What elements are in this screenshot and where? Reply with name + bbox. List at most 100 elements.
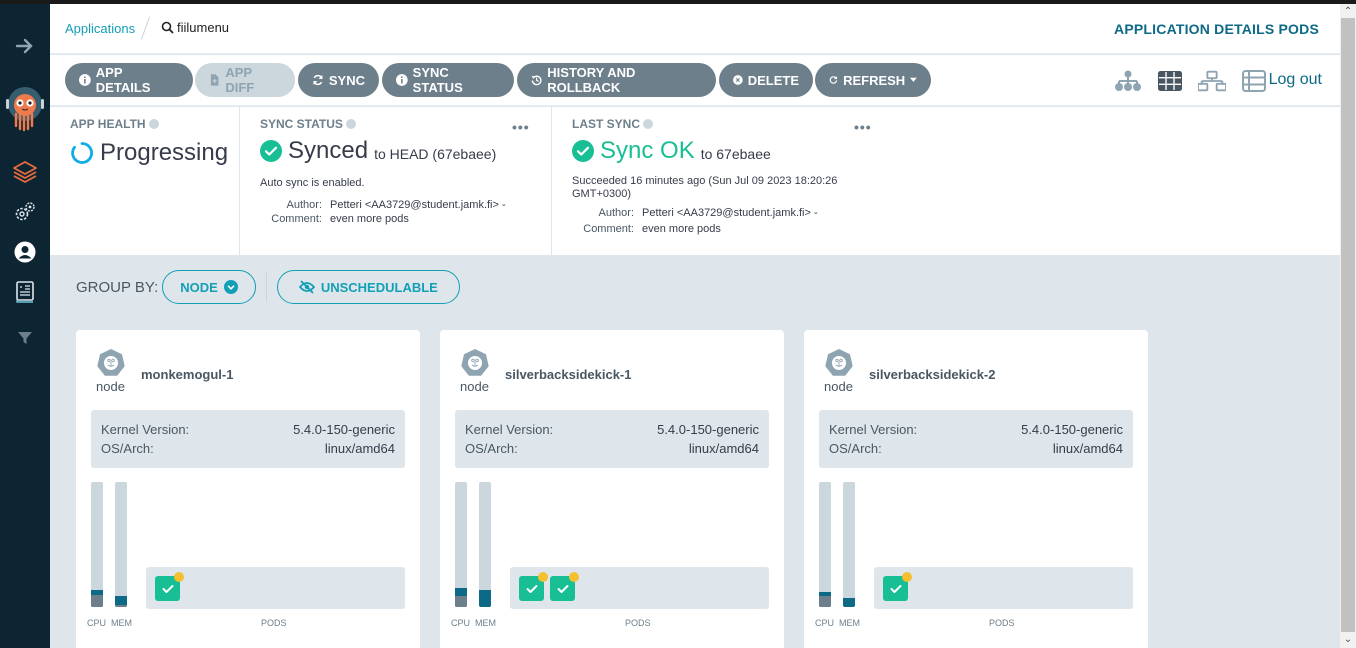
network-view-button[interactable] bbox=[1198, 69, 1226, 93]
pod-progressing-indicator bbox=[569, 572, 579, 582]
cpu-label: CPU bbox=[451, 618, 471, 628]
pods-view-button[interactable] bbox=[1156, 69, 1184, 93]
gears-icon bbox=[15, 202, 35, 221]
app-health-heading: APP HEALTH bbox=[70, 117, 240, 131]
group-by-value: NODE bbox=[180, 279, 218, 295]
author-key: Author: bbox=[598, 207, 634, 219]
pod-item[interactable] bbox=[519, 572, 548, 601]
app-details-label: APP DETAILS bbox=[95, 65, 151, 95]
check-circle-icon bbox=[260, 140, 282, 162]
scroll-down-arrow[interactable]: ⌄ bbox=[1343, 635, 1353, 645]
app-health-status-text: Progressing bbox=[100, 139, 229, 166]
sidebar-item-user-info[interactable] bbox=[0, 236, 50, 268]
last-sync-heading: LAST SYNC bbox=[572, 117, 871, 131]
breadcrumb-current-app[interactable]: fiilumenu bbox=[161, 20, 229, 35]
mem-usage-bar[interactable] bbox=[843, 482, 855, 607]
sync-comment-row: Comment: even more pods bbox=[260, 213, 552, 225]
help-icon[interactable] bbox=[148, 119, 159, 129]
sidebar-expand-button[interactable] bbox=[0, 30, 50, 62]
sidebar-item-docs[interactable] bbox=[0, 276, 50, 308]
sidebar-item-applications[interactable] bbox=[0, 156, 50, 188]
mem-usage-bar[interactable] bbox=[115, 482, 127, 607]
cpu-usage-bar[interactable] bbox=[455, 482, 467, 607]
history-rollback-label: HISTORY AND ROLLBACK bbox=[547, 65, 636, 95]
node-name[interactable]: silverbacksidekick-2 bbox=[869, 367, 995, 382]
mem-label: MEM bbox=[839, 618, 860, 628]
list-view-button[interactable] bbox=[1240, 69, 1268, 93]
book-help-icon bbox=[16, 281, 34, 303]
app-details-button[interactable]: APP DETAILS bbox=[65, 63, 193, 97]
delete-button[interactable]: DELETE bbox=[719, 63, 813, 97]
pod-progressing-indicator bbox=[902, 572, 912, 582]
last-sync-author-row: Author: Petteri <AA3729@student.jamk.fi>… bbox=[572, 207, 871, 219]
mem-label: MEM bbox=[111, 618, 132, 628]
page-title: APPLICATION DETAILS PODS bbox=[1114, 21, 1319, 37]
layers-icon bbox=[13, 161, 37, 183]
history-rollback-button[interactable]: HISTORY AND ROLLBACK bbox=[517, 63, 716, 97]
sidebar-filter-button[interactable] bbox=[0, 322, 50, 354]
cpu-usage-bar[interactable] bbox=[91, 482, 103, 607]
last-sync-more-button[interactable]: ••• bbox=[854, 119, 872, 135]
scroll-up-arrow[interactable]: ⌃ bbox=[1343, 7, 1353, 17]
check-circle-icon bbox=[572, 140, 594, 162]
pods-label: PODS bbox=[261, 618, 287, 628]
app-diff-label: APP DIFF bbox=[225, 65, 255, 95]
sync-status-heading: SYNC STATUS bbox=[260, 117, 552, 131]
os-arch-key: OS/Arch: bbox=[101, 441, 154, 456]
node-card[interactable]: node silverbacksidekick-1 Kernel Version… bbox=[440, 330, 784, 648]
help-icon[interactable] bbox=[345, 119, 356, 129]
network-view-icon bbox=[1198, 70, 1226, 92]
check-icon bbox=[526, 584, 537, 593]
sync-label: SYNC bbox=[328, 72, 365, 88]
group-by-dropdown[interactable]: NODE bbox=[162, 270, 256, 304]
sync-status-button[interactable]: SYNC STATUS bbox=[382, 63, 514, 97]
tree-view-button[interactable] bbox=[1114, 69, 1142, 93]
sync-status-more-button[interactable]: ••• bbox=[512, 119, 530, 135]
sync-button[interactable]: SYNC bbox=[298, 63, 379, 97]
refresh-button[interactable]: REFRESH bbox=[815, 63, 931, 97]
help-icon[interactable] bbox=[643, 119, 654, 129]
node-card[interactable]: node silverbacksidekick-2 Kernel Version… bbox=[804, 330, 1148, 648]
app-summary: APP HEALTH Progressing SYNC STATUS ••• S… bbox=[50, 107, 1340, 255]
pod-item[interactable] bbox=[550, 572, 579, 601]
last-sync-time: Succeeded 16 minutes ago (Sun Jul 09 202… bbox=[572, 175, 838, 200]
node-name[interactable]: silverbacksidekick-1 bbox=[505, 367, 631, 382]
breadcrumb-current-label: fiilumenu bbox=[177, 20, 230, 35]
sidebar-item-settings[interactable] bbox=[0, 196, 50, 228]
argo-logo[interactable] bbox=[0, 86, 50, 132]
mem-usage-bar[interactable] bbox=[479, 482, 491, 607]
pod-item[interactable] bbox=[883, 572, 912, 601]
os-arch-value: linux/amd64 bbox=[1052, 441, 1123, 456]
app-health-panel: APP HEALTH Progressing bbox=[70, 107, 240, 255]
app-diff-button[interactable]: APP DIFF bbox=[195, 63, 295, 97]
pods-container bbox=[510, 567, 769, 609]
mem-requested-fill bbox=[843, 598, 855, 607]
check-icon bbox=[557, 584, 568, 593]
sync-status-text: Synced bbox=[288, 137, 369, 164]
unschedulable-toggle[interactable]: UNSCHEDULABLE bbox=[276, 270, 460, 304]
node-name[interactable]: monkemogul-1 bbox=[141, 367, 233, 382]
logout-link[interactable]: Log out bbox=[1269, 71, 1322, 89]
vertical-scrollbar[interactable]: ⌃ ⌄ bbox=[1340, 4, 1356, 648]
pod-progressing-indicator bbox=[174, 572, 184, 582]
scrollbar-thumb[interactable] bbox=[1341, 18, 1355, 632]
info-circle-icon bbox=[79, 74, 91, 86]
pod-item[interactable] bbox=[155, 572, 184, 601]
comment-value: even more pods bbox=[330, 213, 409, 225]
cpu-label: CPU bbox=[87, 618, 107, 628]
node-card[interactable]: node monkemogul-1 Kernel Version: 5.4.0-… bbox=[76, 330, 420, 648]
node-info: Kernel Version: 5.4.0-150-generic OS/Arc… bbox=[819, 410, 1133, 468]
breadcrumb-applications-link[interactable]: Applications bbox=[65, 21, 135, 36]
last-sync-panel: LAST SYNC ••• Sync OK to 67ebaee Succeed… bbox=[551, 107, 871, 255]
pods-container bbox=[874, 567, 1133, 609]
chevron-down-circle-icon bbox=[223, 280, 238, 294]
delete-label: DELETE bbox=[747, 72, 799, 88]
info-circle-icon bbox=[396, 74, 408, 86]
os-arch-value: linux/amd64 bbox=[688, 441, 759, 456]
sync-status-panel: SYNC STATUS ••• Synced to HEAD (67ebaee)… bbox=[239, 107, 552, 255]
cpu-usage-bar[interactable] bbox=[819, 482, 831, 607]
kubernetes-node-icon bbox=[825, 349, 853, 376]
kernel-version-key: Kernel Version: bbox=[101, 422, 190, 437]
app-health-status: Progressing bbox=[70, 139, 240, 167]
pods-label: PODS bbox=[625, 618, 651, 628]
